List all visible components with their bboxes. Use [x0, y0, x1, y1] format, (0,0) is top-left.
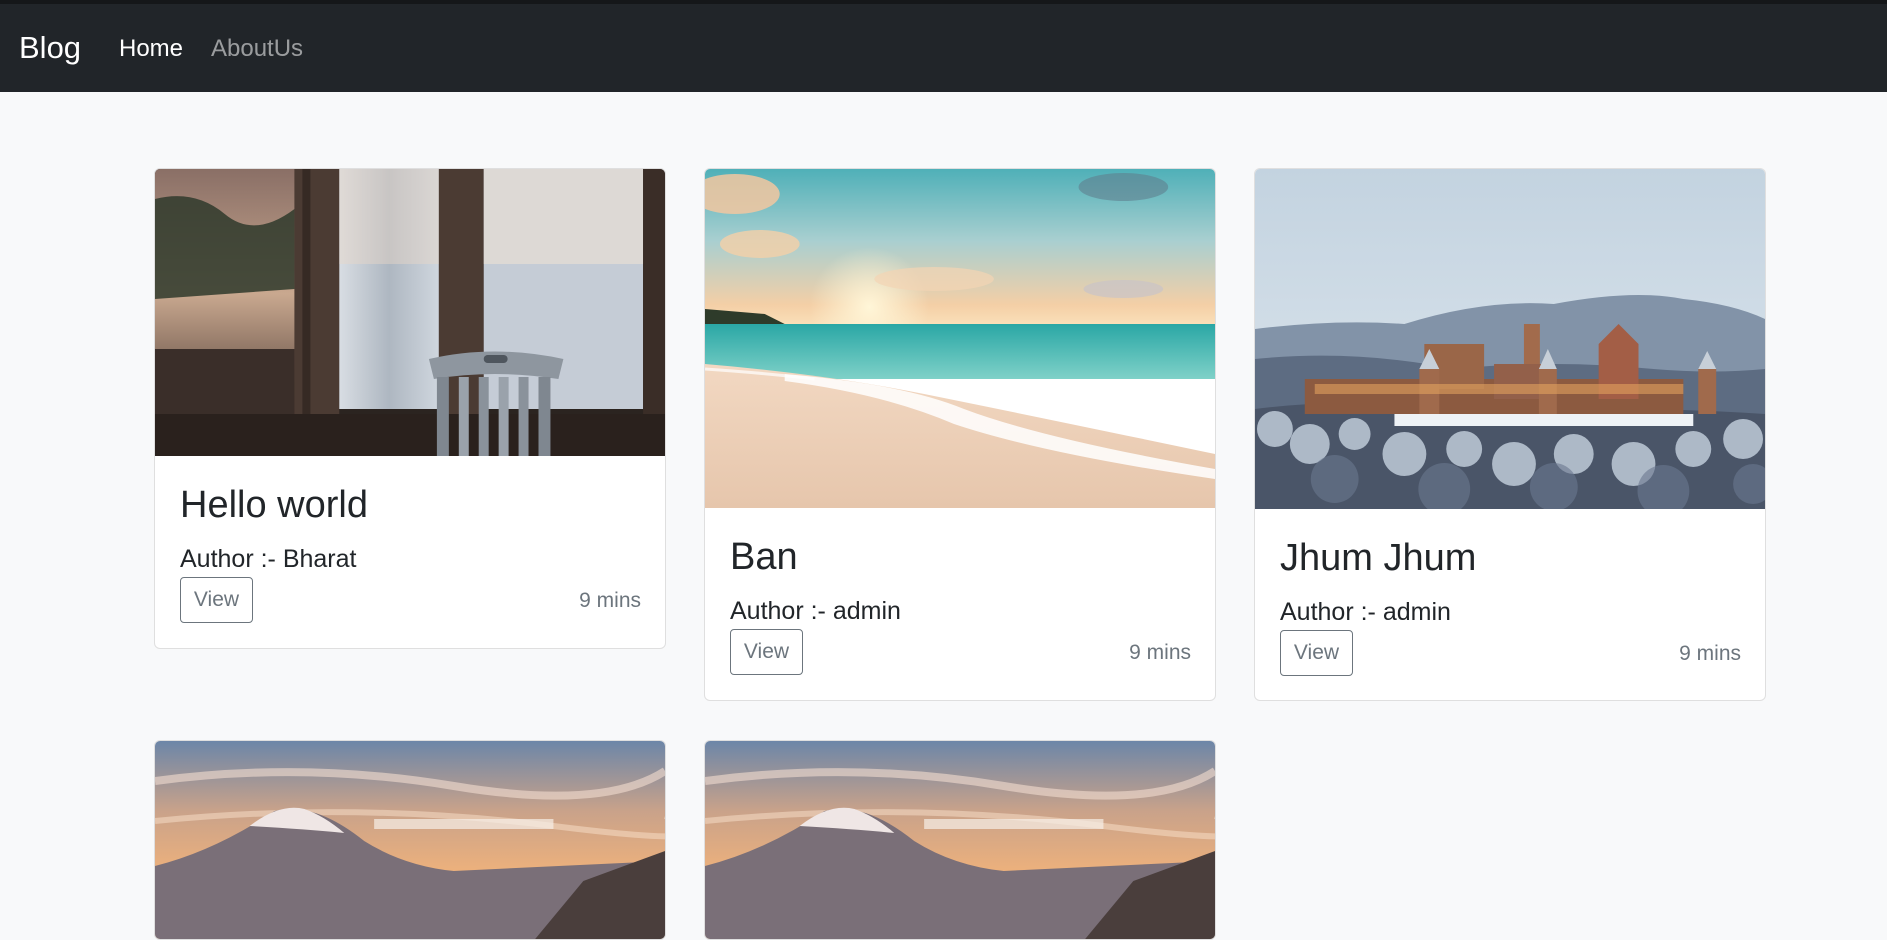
read-time: 9 mins: [1129, 641, 1191, 664]
read-time: 9 mins: [579, 589, 641, 612]
post-image: [705, 741, 1215, 939]
navbar: Blog Home AboutUs: [0, 4, 1887, 92]
post-title: Jhum Jhum: [1280, 537, 1477, 579]
post-image: [155, 169, 665, 456]
post-image: [705, 169, 1215, 508]
post-card: [704, 740, 1216, 940]
view-button[interactable]: View: [730, 629, 803, 675]
read-time: 9 mins: [1679, 642, 1741, 665]
view-button[interactable]: View: [1280, 630, 1353, 676]
navbar-brand[interactable]: Blog: [19, 32, 81, 63]
post-image: [1255, 169, 1765, 509]
post-author: Author :- admin: [1280, 598, 1451, 626]
post-author: Author :- Bharat: [180, 545, 357, 573]
view-button[interactable]: View: [180, 577, 253, 623]
nav-link-aboutus[interactable]: AboutUs: [211, 37, 303, 61]
post-image: [155, 741, 665, 939]
post-title: Hello world: [180, 484, 368, 526]
post-title: Ban: [730, 536, 798, 578]
nav-link-home[interactable]: Home: [119, 37, 183, 61]
post-card: Hello world Author :- Bharat View 9 mins: [154, 168, 666, 649]
post-card: Jhum Jhum Author :- admin View 9 mins: [1254, 168, 1766, 701]
post-card: [154, 740, 666, 940]
post-card: Ban Author :- admin View 9 mins: [704, 168, 1216, 701]
post-author: Author :- admin: [730, 597, 901, 625]
